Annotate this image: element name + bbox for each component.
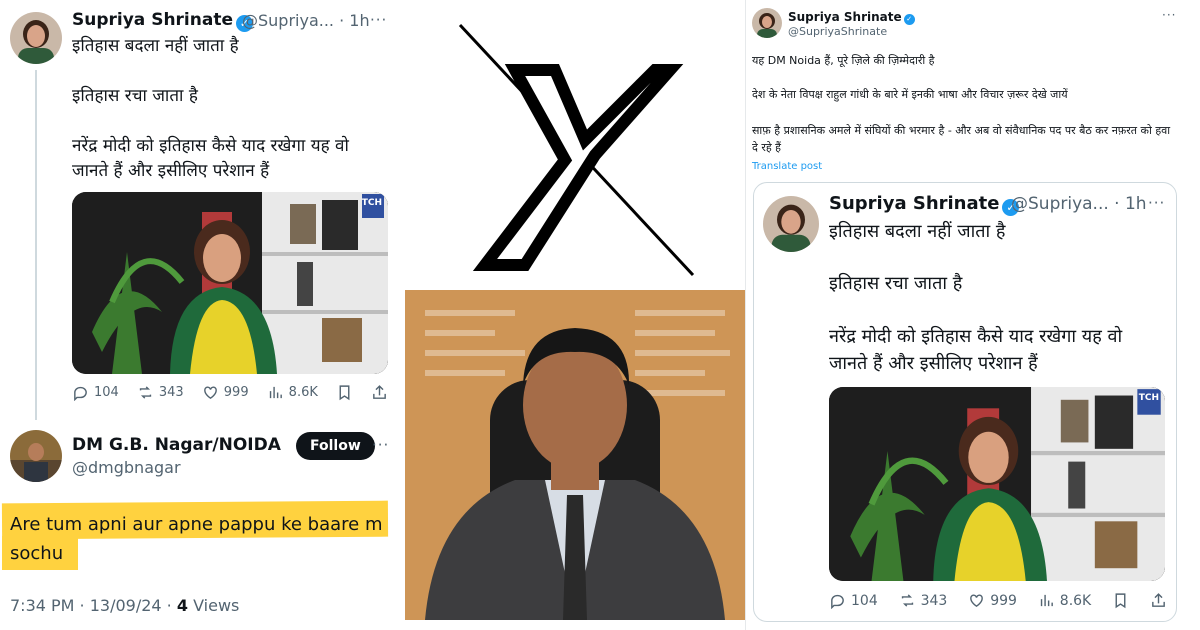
bookmark-button[interactable] <box>336 384 353 401</box>
tweet-actions: 104 343 999 8.6K <box>72 384 388 401</box>
video-overlay-tag: TCH <box>361 198 382 208</box>
right-author-avatar[interactable] <box>752 8 782 38</box>
heart-icon <box>203 386 217 400</box>
quoted-video-thumbnail <box>829 387 1165 581</box>
dm-avatar[interactable] <box>10 430 62 482</box>
left-tweet-thread: Supriya Shrinate ✓ @Supriya... · 1h ··· इ… <box>0 0 400 630</box>
reply-button[interactable]: 104 <box>72 384 119 401</box>
reply-text-line-2: sochu <box>10 543 64 564</box>
views-icon <box>1040 594 1053 607</box>
quoted-more-options-icon[interactable]: ··· <box>1148 194 1165 212</box>
verified-icon: ✓ <box>903 14 915 25</box>
right-paragraph-3: साफ़ है प्रशासनिक अमले में संघियों की भर… <box>752 124 1171 154</box>
right-paragraph-2: देश के नेता विपक्ष राहुल गांधी के बारे म… <box>752 88 1068 101</box>
dm-portrait-image <box>405 290 745 620</box>
quoted-line-1: इतिहास बदला नहीं जाता है <box>829 221 1006 242</box>
repost-icon <box>901 594 913 607</box>
tweet-line-3: नरेंद्र मोदी को इतिहास कैसे याद रखेगा यह… <box>72 136 349 181</box>
reply-text-line-1: Are tum apni aur apne pappu ke baare m <box>10 514 383 535</box>
share-icon <box>1152 593 1165 607</box>
tweet-time: 1h <box>349 11 370 30</box>
author-handle[interactable]: @Supriya... · 1h <box>242 11 370 30</box>
dm-author-handle[interactable]: @dmgbnagar <box>72 458 181 477</box>
dm-author-name[interactable]: DM G.B. Nagar/NOIDA <box>72 435 281 455</box>
quoted-tweet-video[interactable]: TCH <box>829 387 1165 581</box>
quoted-repost-button[interactable]: 343 <box>899 592 947 609</box>
quoted-author-avatar[interactable] <box>763 196 819 252</box>
quoted-tweet-actions: 104 343 999 8.6K <box>829 592 1167 609</box>
views-icon <box>269 386 282 399</box>
quoted-line-3: नरेंद्र मोदी को इतिहास कैसे याद रखेगा यह… <box>829 326 1123 374</box>
heart-icon <box>970 594 984 608</box>
reply-icon <box>831 594 844 609</box>
quoted-share-button[interactable] <box>1150 592 1167 609</box>
x-logo-icon <box>458 23 695 277</box>
repost-icon <box>139 386 152 399</box>
quoted-author-name[interactable]: Supriya Shrinate ✓ <box>829 193 1020 216</box>
bookmark-icon <box>339 385 350 401</box>
quoted-video-overlay-tag: TCH <box>1138 393 1159 403</box>
video-thumbnail <box>72 192 388 374</box>
right-author-name[interactable]: Supriya Shrinate ✓ <box>788 10 915 25</box>
follow-button[interactable]: Follow <box>296 432 375 460</box>
reply-icon <box>74 386 87 401</box>
right-more-options-icon[interactable]: ··· <box>1162 8 1176 22</box>
views-button[interactable]: 8.6K <box>267 384 318 401</box>
dm-photo <box>405 290 745 620</box>
author-avatar[interactable] <box>10 12 62 64</box>
tweet-video[interactable]: TCH <box>72 192 388 374</box>
author-name[interactable]: Supriya Shrinate ✓ <box>72 10 253 32</box>
thread-line <box>35 70 37 420</box>
dm-more-options-icon[interactable]: ··· <box>372 436 389 454</box>
quoted-author-handle[interactable]: @Supriya... · 1h <box>1011 194 1147 214</box>
right-paragraph-1: यह DM Noida हैं, पूरे ज़िले की ज़िम्मेदा… <box>752 54 935 67</box>
share-button[interactable] <box>371 384 388 401</box>
right-author-handle[interactable]: @SupriyaShrinate <box>788 25 887 38</box>
quoted-reply-button[interactable]: 104 <box>829 592 878 609</box>
tweet-line-2: इतिहास रचा जाता है <box>72 86 198 106</box>
quoted-like-button[interactable]: 999 <box>968 592 1017 609</box>
repost-button[interactable]: 343 <box>137 384 184 401</box>
more-options-icon[interactable]: ··· <box>370 11 387 29</box>
quoted-bookmark-button[interactable] <box>1112 592 1129 609</box>
bookmark-icon <box>1115 593 1126 609</box>
like-button[interactable]: 999 <box>202 384 249 401</box>
reply-timestamp[interactable]: 7:34 PM · 13/09/24 · 4 Views <box>10 596 239 615</box>
tweet-line-1: इतिहास बदला नहीं जाता है <box>72 36 239 56</box>
translate-post-link[interactable]: Translate post <box>752 161 822 172</box>
share-icon <box>373 385 386 399</box>
quoted-views-button[interactable]: 8.6K <box>1038 592 1091 609</box>
quoted-line-2: इतिहास रचा जाता है <box>829 273 963 294</box>
